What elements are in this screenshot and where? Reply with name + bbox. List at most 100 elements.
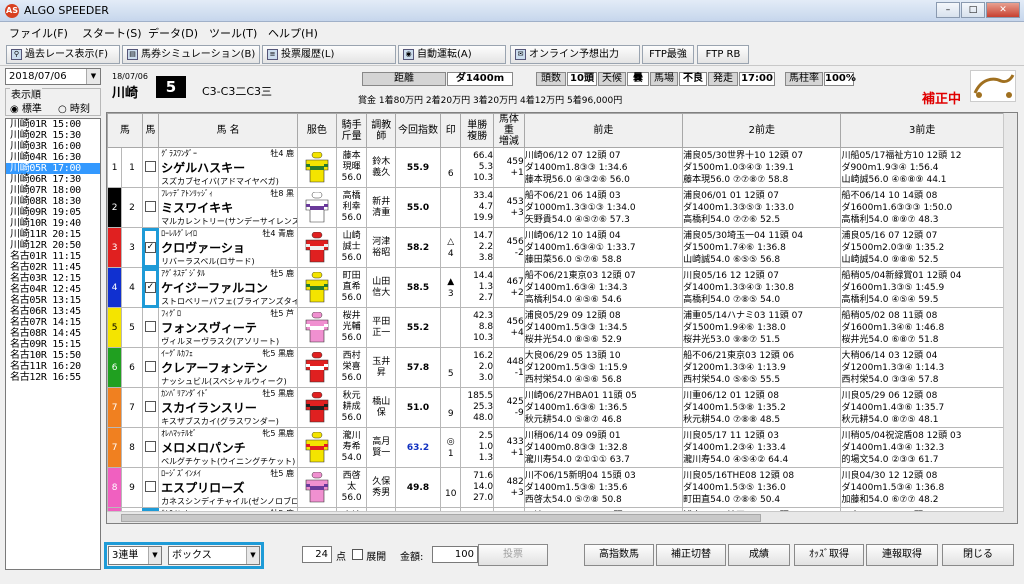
past-race-1[interactable]: 川崎06/12 07 12頭 07 ダ1400m1.8③③ 1:34.6 藤本現… <box>523 147 684 188</box>
horse-row[interactable]: 8 9 ﾛｰｼﾞｽﾞｲﾝﾒｲ 牡5 鹿エスプリローズ カネスシンディチャイル(ゼンノロブ… <box>107 467 1004 508</box>
fetch-odds-button[interactable]: ｵｯｽﾞ取得 <box>794 544 864 566</box>
past-race-3[interactable]: 船稍05/04新緑賞01 12頭 04 ダ1600m1.3③⑤ 1:45.9 高… <box>840 267 1004 308</box>
vote-history-button[interactable]: ≡ 投票履歴(L) <box>262 45 396 64</box>
online-output-button[interactable]: ✉ オンライン予想出力 <box>510 45 640 64</box>
past-race-3[interactable]: 船稍05/02 08 11頭 08 ダ1600m1.3④⑥ 1:46.8 桜井光… <box>840 307 1004 348</box>
minimize-button[interactable]: – <box>936 2 960 18</box>
past-race-1[interactable]: 川崎06/12 10 14頭 04 ダ1400m1.6③④① 1:33.7 藤田… <box>523 227 684 268</box>
close-window-button[interactable]: ✕ <box>986 2 1020 18</box>
ftp-saikyo-button[interactable]: FTP最強 <box>642 45 694 64</box>
chevron-down-icon[interactable]: ▼ <box>246 547 259 564</box>
race-list-item[interactable]: 名古06R 13:45 <box>6 306 100 317</box>
col-horse-name[interactable]: 馬 名 <box>158 113 298 148</box>
horse-name[interactable]: クレアーフォンテン <box>160 359 297 376</box>
past-race-2[interactable]: 浦良06/01 01 12頭 07 ダ1400m1.3③⑤③ 1:33.0 高橋… <box>682 187 842 228</box>
race-list-item[interactable]: 名古01R 11:15 <box>6 251 100 262</box>
col-last-race[interactable]: 前走 <box>523 113 684 148</box>
horse-check[interactable] <box>141 467 160 508</box>
bet-method-select[interactable]: ボックス ▼ <box>168 546 260 565</box>
horse-row[interactable]: 4 4 ✓ ｱｸﾞﾈｽﾃﾞｼﾞﾀﾙ 牡5 鹿ケイジーファルコン ストロベリーパフェ(ブライ… <box>107 267 1004 308</box>
horse-check[interactable] <box>141 387 160 428</box>
col-check[interactable]: 馬 <box>141 113 160 148</box>
checkbox-icon[interactable] <box>144 440 156 452</box>
checkbox-icon[interactable]: ✓ <box>144 242 156 253</box>
race-list-item[interactable]: 川崎12R 20:50 <box>6 240 100 251</box>
race-list-item[interactable]: 川崎10R 19:40 <box>6 218 100 229</box>
col-odds[interactable]: 単勝 複勝 <box>460 113 495 148</box>
past-race-1[interactable]: 川不06/15新明04 15頭 03 ダ1400m1.5③⑥ 1:35.6 西啓… <box>523 467 684 508</box>
past-race-1[interactable]: 船不06/21東京03 12頭 07 ダ1400m1.6③④ 1:34.3 高橋… <box>523 267 684 308</box>
bet-type-select[interactable]: 3連単 ▼ <box>108 546 162 565</box>
race-list-item[interactable]: 川崎04R 16:30 <box>6 152 100 163</box>
checkbox-icon[interactable] <box>144 320 156 332</box>
horse-row[interactable]: 2 2 ﾌﾚｯﾃﾞｱﾄﾝﾘｯｼﾞｨ 牡8 黒ミスワイキキ マルカレントリー(サンデーサイ… <box>107 187 1004 228</box>
menu-help[interactable]: ヘルプ(H) <box>268 25 318 41</box>
high-index-button[interactable]: 高指数馬 <box>584 544 654 566</box>
menu-tools[interactable]: ツール(T) <box>209 25 257 41</box>
scroll-thumb[interactable] <box>121 514 761 522</box>
past-race-1[interactable]: 川崎06/27HBA01 11頭 05 ダ1400m1.6③⑥ 1:36.5 秋… <box>523 387 684 428</box>
menu-file[interactable]: ファイル(F) <box>9 25 68 41</box>
past-race-3[interactable]: 浦良05/16 07 12頭 07 ダ1500m2.0③⑨ 1:35.2 山崎誠… <box>840 227 1004 268</box>
checkbox-icon[interactable] <box>144 160 156 172</box>
horse-name-cell[interactable]: ｲｰｸﾞﾙｶﾌｪ 牝5 黒鹿 クレアーフォンテン ナッシュビル(スペシャルウィーク) <box>158 347 298 388</box>
race-list-item[interactable]: 川崎08R 18:30 <box>6 196 100 207</box>
col-jockey[interactable]: 騎手 斤量 <box>335 113 368 148</box>
vertical-scrollbar[interactable] <box>1003 113 1017 523</box>
menu-start[interactable]: スタート(S) <box>82 25 142 41</box>
date-selector[interactable]: 2018/07/06 ▼ <box>5 68 101 85</box>
past-race-1[interactable]: 川稍06/14 09 09頭 01 ダ1400m0.8③③ 1:32.8 瀧川寿… <box>523 427 684 468</box>
race-list-item[interactable]: 川崎05R 17:00 <box>6 163 100 174</box>
col-mark[interactable]: 印 <box>439 113 462 148</box>
amount-input[interactable]: 100 <box>432 546 478 563</box>
horse-name-cell[interactable]: ｵﾚﾊﾏｯﾃﾙｾﾞ 牝5 黒鹿 メロメロパンチ ベルグチケット(ウイニングチケット) <box>158 427 298 468</box>
horse-name[interactable]: クロヴァーショ <box>160 239 297 256</box>
chevron-down-icon[interactable]: ▼ <box>148 547 161 564</box>
horse-row[interactable]: 3 3 ✓ ﾛｰﾚﾙｸﾞﾚｲﾛ 牡4 青鹿 クロヴァーショ リバーラスベル(ロサード) 山崎 … <box>107 227 1004 268</box>
race-list-item[interactable]: 名古02R 11:45 <box>6 262 100 273</box>
menu-data[interactable]: データ(D) <box>148 25 198 41</box>
horse-name[interactable]: エスプリローズ <box>160 479 297 496</box>
past-race-3[interactable]: 川良04/30 12 12頭 08 ダ1400m1.5③④ 1:36.8 加藤和… <box>840 467 1004 508</box>
col-2nd-last-race[interactable]: 2前走 <box>682 113 842 148</box>
horse-name-cell[interactable]: ｸﾞﾗｽﾜﾝﾀﾞｰ 牡4 鹿シゲルハスキー スズカブセイバ(アドマイヤベガ) <box>158 147 298 188</box>
results-button[interactable]: 成績 <box>728 544 790 566</box>
col-trainer[interactable]: 調教 師 <box>366 113 397 148</box>
horse-name[interactable]: ミスワイキキ <box>160 199 297 216</box>
past-race-2[interactable]: 浦重05/14ハナミ03 11頭 07 ダ1500m1.9④⑥ 1:38.0 桜… <box>682 307 842 348</box>
sort-standard-radio[interactable]: ◉ 標準 <box>10 100 42 115</box>
past-race-2[interactable]: 浦良05/30埼玉一04 11頭 04 ダ1500m1.7④⑥ 1:36.8 山… <box>682 227 842 268</box>
horse-row[interactable]: 6 6 ｲｰｸﾞﾙｶﾌｪ 牝5 黒鹿 クレアーフォンテン ナッシュビル(スペシャルウィーク… <box>107 347 1004 388</box>
horse-check[interactable] <box>141 147 160 188</box>
col-index[interactable]: 今回指数 <box>395 113 441 148</box>
past-race-2[interactable]: 川良05/16 12 12頭 07 ダ1400m1.3③④③ 1:30.8 高橋… <box>682 267 842 308</box>
close-button[interactable]: 閉じる <box>942 544 1014 566</box>
horse-check[interactable]: ✓ <box>141 227 160 268</box>
chevron-down-icon[interactable]: ▼ <box>86 69 100 84</box>
race-list-item[interactable]: 名古10R 15:50 <box>6 350 100 361</box>
past-race-2[interactable]: 川良05/16THE08 12頭 08 ダ1400m1.5③⑤ 1:36.0 町… <box>682 467 842 508</box>
checkbox-icon[interactable] <box>144 360 156 372</box>
horse-name-cell[interactable]: ｶﾝﾊﾞﾘｱﾝﾀﾞｲﾄﾞ 牡5 黒鹿 スカイランスリー キスザブスカイ(グラスワンダー… <box>158 387 298 428</box>
horse-check[interactable] <box>141 427 160 468</box>
race-list-item[interactable]: 川崎02R 15:30 <box>6 130 100 141</box>
horse-name[interactable]: シゲルハスキー <box>160 159 297 176</box>
race-list-item[interactable]: 名古09R 15:15 <box>6 339 100 350</box>
race-list-item[interactable]: 川崎03R 16:00 <box>6 141 100 152</box>
race-list-item[interactable]: 名古12R 16:55 <box>6 372 100 383</box>
past-race-2[interactable]: 船不06/21東京03 12頭 06 ダ1200m1.3③④ 1:13.9 西村… <box>682 347 842 388</box>
expand-checkbox[interactable]: 展開 <box>352 548 386 563</box>
col-waku[interactable]: 馬 <box>107 113 143 148</box>
past-race-3[interactable]: 大稍06/14 03 12頭 04 ダ1200m1.3③④ 1:14.3 西村栄… <box>840 347 1004 388</box>
race-list-item[interactable]: 名古03R 12:15 <box>6 273 100 284</box>
horse-check[interactable] <box>141 347 160 388</box>
past-race-3[interactable]: 川稍05/04祝淀盾08 12頭 03 ダ1400m1.4③④ 1:32.3 的… <box>840 427 1004 468</box>
horse-row[interactable]: 7 8 ｵﾚﾊﾏｯﾃﾙｾﾞ 牝5 黒鹿 メロメロパンチ ベルグチケット(ウイニングチケット… <box>107 427 1004 468</box>
horse-check[interactable] <box>141 187 160 228</box>
expand-check-icon[interactable] <box>352 549 363 560</box>
race-list-item[interactable]: 名古04R 12:45 <box>6 284 100 295</box>
past-race-2[interactable]: 浦良05/30世界十10 12頭 07 ダ1500m1.0③④③ 1:39.1 … <box>682 147 842 188</box>
horse-name[interactable]: スカイランスリー <box>160 399 297 416</box>
past-race-button[interactable]: ⚲ 過去レース表示(F) <box>6 45 120 64</box>
checkbox-icon[interactable] <box>144 200 156 212</box>
